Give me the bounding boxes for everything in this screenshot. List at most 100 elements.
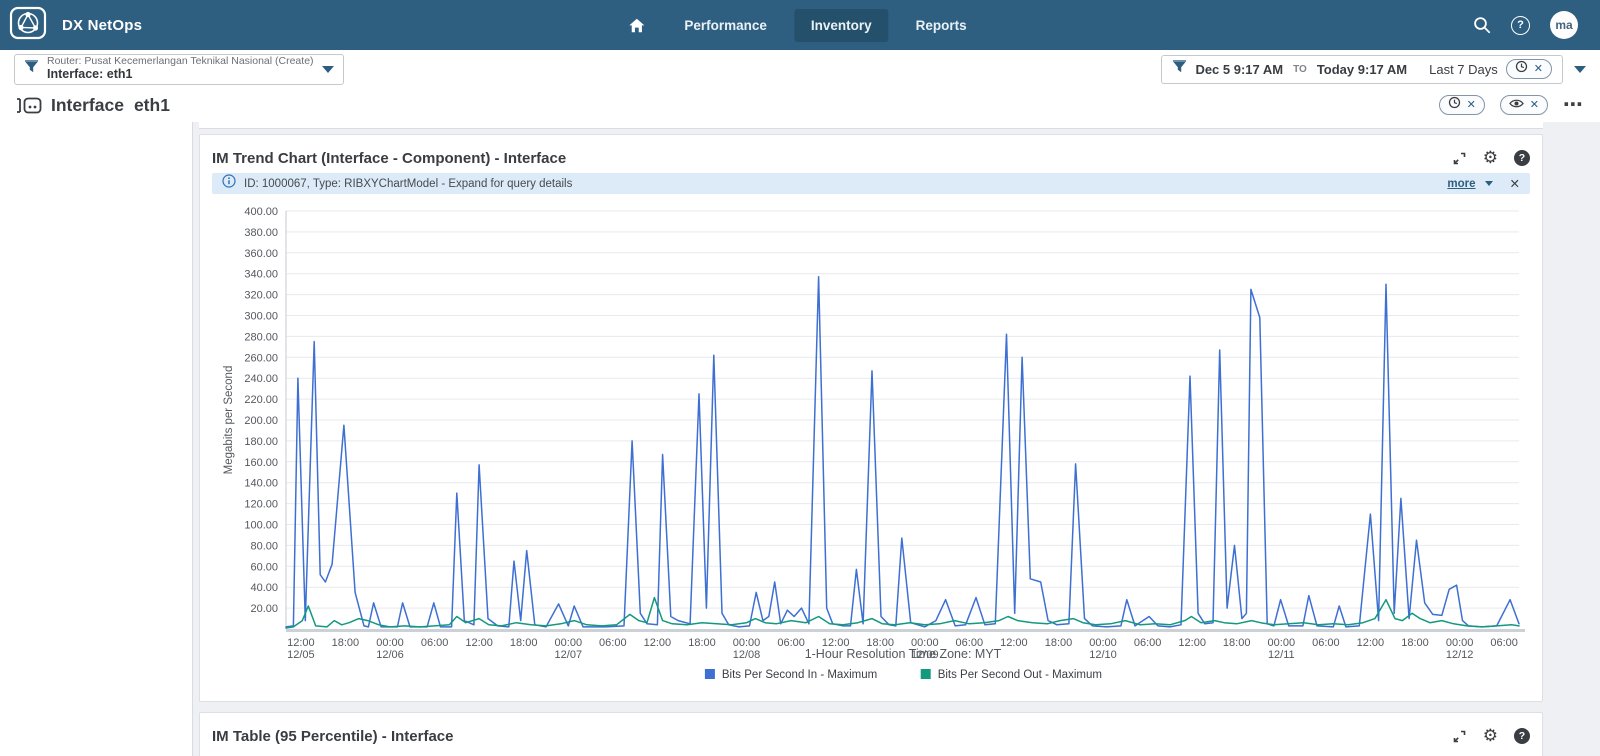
trend-chart-wrap: 20.00 40.00 60.00 80.00 100.00 120.00 140.00 16… [212, 196, 1530, 695]
nav-item-inventory[interactable]: Inventory [793, 8, 889, 42]
x-tick-time: 06:00 [777, 637, 805, 649]
page-title-name: eth1 [133, 94, 170, 115]
x-tick-time: 18:00 [1401, 637, 1429, 649]
x-tick-time: 18:00 [688, 637, 716, 649]
y-tick-label: 320.00 [244, 290, 278, 302]
legend-swatch [920, 669, 931, 679]
help-icon[interactable]: ? [1511, 15, 1530, 35]
workspace: IM Trend Chart (Interface - Component) -… [0, 122, 1600, 756]
nav-item-performance[interactable]: Performance [667, 9, 784, 42]
x-tick-time: 00:00 [555, 637, 583, 649]
x-tick-time: 06:00 [421, 637, 449, 649]
info-bar-actions: more ✕ [1447, 176, 1520, 191]
x-tick-time: 12:00 [287, 637, 315, 649]
context-filter-dropdown[interactable]: Router: Pusat Kecemerlangan Teknikal Nas… [14, 53, 344, 85]
expand-icon[interactable] [1452, 151, 1467, 166]
table-panel-header: IM Table (95 Percentile) - Interface ⚙ ? [212, 713, 1530, 748]
refresh-interval-pill[interactable]: ✕ [1505, 59, 1552, 79]
content: IM Trend Chart (Interface - Component) -… [193, 122, 1600, 756]
info-icon [222, 174, 236, 193]
x-tick-time: 12:00 [1178, 637, 1206, 649]
watch-badge-pill[interactable]: ✕ [1499, 95, 1548, 115]
percentile-table-panel: IM Table (95 Percentile) - Interface ⚙ ? [199, 712, 1543, 756]
title-row: Interface eth1 ✕ ✕ ⋯ [0, 88, 1600, 122]
close-icon[interactable]: ✕ [1467, 99, 1476, 111]
x-tick-time: 00:00 [733, 637, 761, 649]
trend-panel-title: IM Trend Chart (Interface - Component) -… [212, 149, 567, 167]
panel-help-icon[interactable]: ? [1514, 728, 1530, 744]
panel-help-icon[interactable]: ? [1514, 150, 1530, 166]
x-tick-time: 18:00 [510, 637, 538, 649]
trend-chart: 20.00 40.00 60.00 80.00 100.00 120.00 140.00 16… [223, 206, 1525, 681]
more-link[interactable]: more [1447, 178, 1475, 190]
eye-icon [1508, 96, 1524, 114]
x-tick-time: 18:00 [1223, 637, 1251, 649]
chevron-down-icon[interactable] [322, 65, 334, 73]
x-tick-time: 00:00 [1446, 637, 1474, 649]
title-actions: ✕ ✕ ⋯ [1438, 95, 1584, 115]
series-line-in [285, 276, 1520, 628]
nav-right: ? ma [1473, 0, 1600, 50]
home-icon[interactable] [616, 9, 657, 42]
x-tick-date: 12/07 [555, 649, 583, 661]
y-tick-label: 20.00 [250, 603, 278, 615]
x-tick-date: 12/10 [1089, 649, 1117, 661]
close-icon[interactable]: ✕ [1534, 63, 1543, 75]
trend-panel-actions: ⚙ ? [1452, 149, 1530, 166]
y-tick-label: 120.00 [244, 499, 278, 511]
filter-row: Router: Pusat Kecemerlangan Teknikal Nas… [0, 50, 1600, 88]
time-area: Dec 5 9:17 AM TO Today 9:17 AM Last 7 Da… [1161, 54, 1586, 84]
time-start[interactable]: Dec 5 9:17 AM [1195, 62, 1283, 77]
query-info-text: ID: 1000067, Type: RIBXYChartModel - Exp… [244, 177, 573, 190]
context-filter-text: Router: Pusat Kecemerlangan Teknikal Nas… [47, 56, 314, 81]
y-tick-label: 400.00 [244, 206, 278, 218]
chevron-down-icon[interactable] [1484, 181, 1493, 186]
time-badge-pill[interactable]: ✕ [1438, 95, 1485, 115]
y-tick-label: 300.00 [244, 311, 278, 323]
x-tick-date: 12/06 [376, 649, 404, 661]
time-to-label: TO [1293, 63, 1307, 75]
y-tick-label: 240.00 [244, 373, 278, 385]
x-tick-time: 06:00 [1312, 637, 1340, 649]
y-tick-label: 200.00 [244, 415, 278, 427]
trend-chart-panel: IM Trend Chart (Interface - Component) -… [199, 134, 1543, 702]
gear-icon[interactable]: ⚙ [1483, 149, 1498, 166]
close-icon[interactable]: ✕ [1530, 99, 1539, 111]
brand-name: DX NetOps [62, 16, 143, 34]
y-tick-label: 140.00 [244, 478, 278, 490]
search-icon[interactable] [1473, 16, 1491, 34]
clock-icon [1515, 60, 1528, 78]
x-tick-time: 18:00 [1045, 637, 1073, 649]
x-tick-time: 00:00 [1089, 637, 1117, 649]
chart-caption: 1-Hour Resolution Time Zone: MYT [805, 647, 1002, 661]
legend-label: Bits Per Second Out - Maximum [938, 669, 1102, 681]
y-tick-label: 340.00 [244, 269, 278, 281]
x-tick-time: 12:00 [1000, 637, 1028, 649]
y-tick-label: 80.00 [250, 540, 278, 552]
time-end[interactable]: Today 9:17 AM [1317, 62, 1407, 77]
x-tick-time: 06:00 [1134, 637, 1162, 649]
x-tick-time: 06:00 [599, 637, 627, 649]
top-navbar: DX NetOps Performance Inventory Reports … [0, 0, 1600, 50]
time-preset[interactable]: Last 7 Days [1429, 62, 1498, 77]
y-axis-title: Megabits per Second [223, 366, 235, 475]
y-tick-label: 40.00 [250, 582, 278, 594]
gear-icon[interactable]: ⚙ [1483, 727, 1498, 744]
time-range-control[interactable]: Dec 5 9:17 AM TO Today 9:17 AM Last 7 Da… [1161, 54, 1563, 84]
avatar[interactable]: ma [1550, 11, 1578, 39]
page-title-type: Interface [51, 94, 124, 115]
y-tick-label: 60.00 [250, 561, 278, 573]
clock-icon [1448, 96, 1461, 114]
x-tick-time: 00:00 [376, 637, 404, 649]
table-panel-title: IM Table (95 Percentile) - Interface [212, 727, 454, 745]
expand-icon[interactable] [1452, 729, 1467, 744]
app-root: DX NetOps Performance Inventory Reports … [0, 0, 1600, 756]
x-tick-time: 00:00 [1268, 637, 1296, 649]
close-icon[interactable]: ✕ [1510, 176, 1520, 191]
nav-item-reports[interactable]: Reports [899, 9, 984, 42]
page-title: Interface eth1 [51, 95, 170, 116]
x-axis-line [286, 629, 1525, 632]
ellipsis-icon[interactable]: ⋯ [1563, 95, 1584, 115]
chevron-down-icon[interactable] [1574, 65, 1586, 73]
y-tick-label: 220.00 [244, 394, 278, 406]
